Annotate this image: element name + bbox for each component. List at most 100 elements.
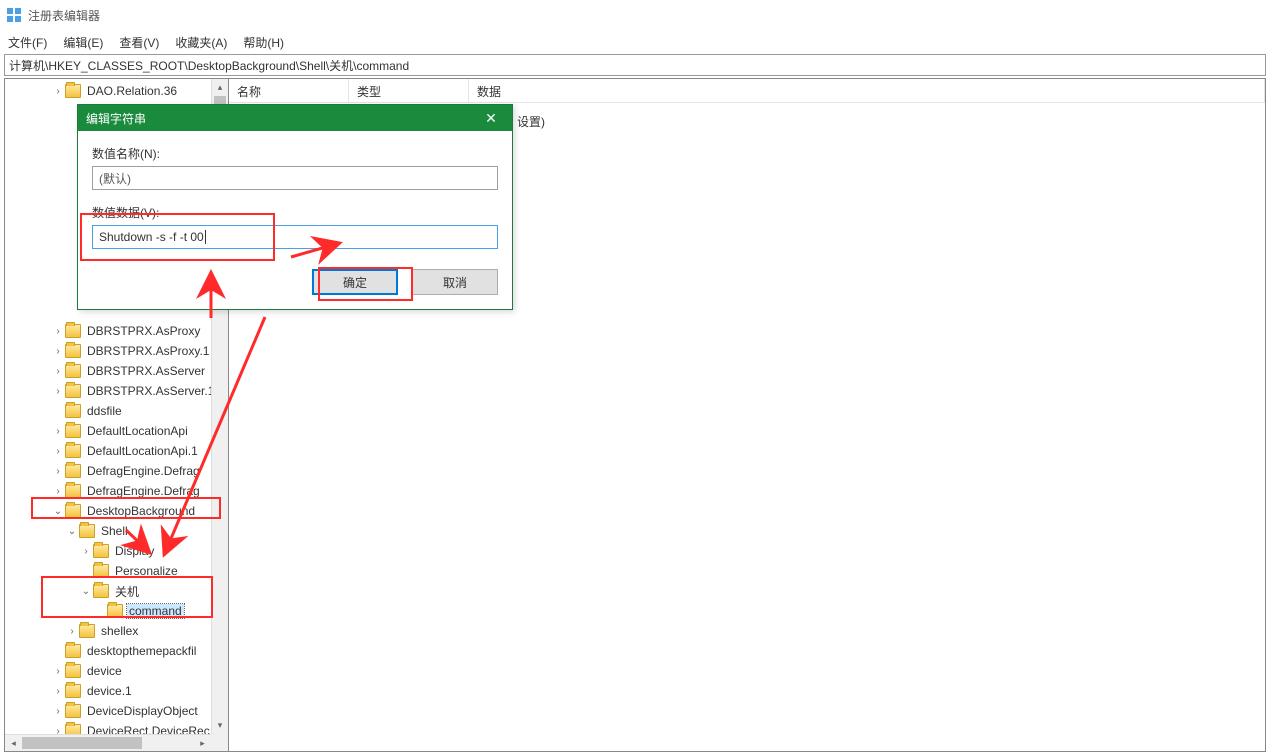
chevron-right-icon[interactable]	[51, 386, 65, 397]
cell-data: 设置)	[509, 113, 553, 130]
tree-row[interactable]: shellex	[5, 621, 228, 641]
chevron-right-icon[interactable]	[51, 86, 65, 97]
tree-item-label: DefaultLocationApi	[85, 424, 190, 438]
tree-row[interactable]: DAO.Relation.36	[5, 81, 228, 101]
folder-icon	[93, 564, 109, 578]
dialog-title: 编辑字符串	[86, 110, 146, 127]
tree-item-label: DBRSTPRX.AsProxy	[85, 324, 202, 338]
ok-label: 确定	[343, 274, 367, 291]
tree-row[interactable]: DefragEngine.Defrag	[5, 481, 228, 501]
value-name-label: 数值名称(N):	[92, 145, 498, 162]
tree-item-label: device.1	[85, 684, 134, 698]
tree-item-label: 关机	[113, 583, 141, 600]
chevron-right-icon[interactable]	[65, 626, 79, 637]
menu-help[interactable]: 帮助(H)	[243, 34, 284, 51]
chevron-right-icon[interactable]	[51, 706, 65, 717]
tree-row[interactable]: DBRSTPRX.AsServer	[5, 361, 228, 381]
tree-item-label: DBRSTPRX.AsServer.1	[85, 384, 216, 398]
dialog-titlebar[interactable]: 编辑字符串 ✕	[78, 105, 512, 131]
folder-icon	[79, 624, 95, 638]
folder-icon	[65, 404, 81, 418]
chevron-right-icon[interactable]	[51, 346, 65, 357]
folder-icon	[65, 364, 81, 378]
folder-icon	[65, 444, 81, 458]
tree-row[interactable]: ddsfile	[5, 401, 228, 421]
text-caret	[205, 230, 206, 244]
chevron-down-icon[interactable]	[65, 526, 79, 537]
tree-item-label: desktopthemepackfil	[85, 644, 198, 658]
tree-row[interactable]: DBRSTPRX.AsProxy.1	[5, 341, 228, 361]
tree-row[interactable]: device.1	[5, 681, 228, 701]
cancel-button[interactable]: 取消	[412, 269, 498, 295]
ok-button[interactable]: 确定	[312, 269, 398, 295]
tree-item-label: ddsfile	[85, 404, 124, 418]
folder-icon	[65, 644, 81, 658]
scroll-down-icon[interactable]: ▾	[212, 717, 228, 734]
menu-file[interactable]: 文件(F)	[8, 34, 47, 51]
chevron-right-icon[interactable]	[51, 426, 65, 437]
folder-icon	[65, 384, 81, 398]
value-name-text: (默认)	[99, 170, 131, 187]
folder-icon	[93, 544, 109, 558]
tree-row[interactable]: device	[5, 661, 228, 681]
menu-view[interactable]: 查看(V)	[119, 34, 159, 51]
chevron-down-icon[interactable]	[51, 506, 65, 517]
chevron-right-icon[interactable]	[51, 446, 65, 457]
scroll-up-icon[interactable]: ▴	[212, 79, 228, 96]
tree-row[interactable]: command	[5, 601, 228, 621]
scroll-left-icon[interactable]: ◂	[5, 736, 22, 752]
scroll-right-icon[interactable]: ▸	[194, 735, 211, 751]
value-data-text: Shutdown -s -f -t 00	[99, 230, 204, 244]
menu-favorites[interactable]: 收藏夹(A)	[175, 34, 227, 51]
tree-item-label: command	[127, 604, 184, 618]
value-data-field[interactable]: Shutdown -s -f -t 00	[92, 225, 498, 249]
tree-row[interactable]: desktopthemepackfil	[5, 641, 228, 661]
window-title: 注册表编辑器	[28, 7, 100, 24]
address-text: 计算机\HKEY_CLASSES_ROOT\DesktopBackground\…	[9, 57, 409, 74]
tree-row[interactable]: DefaultLocationApi.1	[5, 441, 228, 461]
folder-icon	[65, 464, 81, 478]
tree-hscroll[interactable]: ◂ ▸	[5, 734, 211, 751]
close-icon[interactable]: ✕	[478, 110, 504, 127]
tree-row[interactable]: DBRSTPRX.AsServer.1	[5, 381, 228, 401]
menu-edit[interactable]: 编辑(E)	[63, 34, 103, 51]
tree-row[interactable]: DBRSTPRX.AsProxy	[5, 321, 228, 341]
edit-string-dialog: 编辑字符串 ✕ 数值名称(N): (默认) 数值数据(V): Shutdown …	[77, 104, 513, 310]
value-data-label: 数值数据(V):	[92, 204, 498, 221]
folder-icon	[79, 524, 95, 538]
chevron-right-icon[interactable]	[51, 666, 65, 677]
folder-icon	[65, 664, 81, 678]
tree-item-label: Display	[113, 544, 156, 558]
chevron-right-icon[interactable]	[51, 686, 65, 697]
tree-item-label: DAO.Relation.36	[85, 84, 179, 98]
col-data[interactable]: 数据	[469, 79, 1265, 102]
tree-item-label: DefragEngine.Defrag	[85, 464, 202, 478]
tree-row[interactable]: DefragEngine.Defrag	[5, 461, 228, 481]
col-name[interactable]: 名称	[229, 79, 349, 102]
chevron-right-icon[interactable]	[51, 486, 65, 497]
folder-icon	[65, 684, 81, 698]
value-name-field: (默认)	[92, 166, 498, 190]
tree-row[interactable]: DeviceDisplayObject	[5, 701, 228, 721]
chevron-right-icon[interactable]	[51, 466, 65, 477]
chevron-down-icon[interactable]	[79, 586, 93, 597]
tree-row[interactable]: Personalize	[5, 561, 228, 581]
col-type[interactable]: 类型	[349, 79, 469, 102]
chevron-right-icon[interactable]	[51, 366, 65, 377]
cancel-label: 取消	[443, 274, 467, 291]
tree-item-label: DefragEngine.Defrag	[85, 484, 202, 498]
scroll-corner	[211, 734, 228, 751]
address-bar[interactable]: 计算机\HKEY_CLASSES_ROOT\DesktopBackground\…	[4, 54, 1266, 76]
tree-row[interactable]: DefaultLocationApi	[5, 421, 228, 441]
tree-item-label: DBRSTPRX.AsProxy.1	[85, 344, 211, 358]
hscroll-thumb[interactable]	[22, 737, 142, 749]
chevron-right-icon[interactable]	[79, 546, 93, 557]
app-icon	[6, 7, 22, 23]
tree-item-label: shellex	[99, 624, 140, 638]
tree-row[interactable]: Display	[5, 541, 228, 561]
chevron-right-icon[interactable]	[51, 326, 65, 337]
tree-row[interactable]: DesktopBackground	[5, 501, 228, 521]
tree-item-label: DBRSTPRX.AsServer	[85, 364, 207, 378]
tree-row[interactable]: 关机	[5, 581, 228, 601]
tree-row[interactable]: Shell	[5, 521, 228, 541]
